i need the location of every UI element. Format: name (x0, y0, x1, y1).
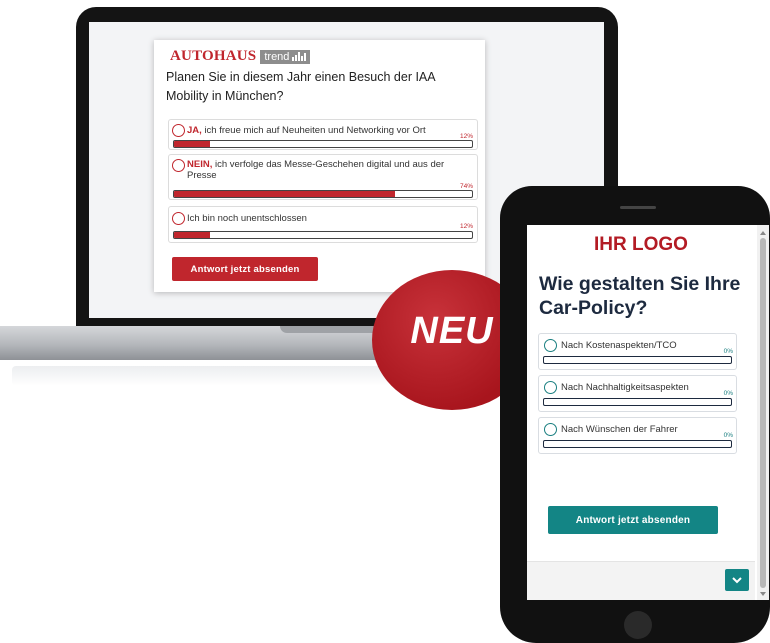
scrollbar[interactable] (757, 225, 769, 600)
option-progress-bar (173, 190, 473, 198)
expand-button[interactable] (725, 569, 749, 591)
option-progress-fill (174, 232, 210, 238)
poll-question: Wie gestalten Sie Ihre Car-Policy? (539, 273, 741, 319)
option-progress-fill (174, 141, 210, 147)
option-label: Nach Wünschen der Fahrer (561, 424, 678, 435)
brand-tag: trend (260, 49, 311, 64)
option-prefix: JA, (187, 125, 202, 136)
poll-option-nachhaltigkeit[interactable]: Nach Nachhaltigkeitsaspekten 0% (538, 375, 737, 412)
option-text: JA, ich freue mich auf Neuheiten und Net… (187, 125, 426, 136)
option-label: ich verfolge das Messe-Geschehen digital… (187, 159, 445, 181)
radio-button[interactable] (544, 381, 557, 394)
speaker-icon (620, 206, 656, 209)
option-progress-bar (543, 440, 732, 448)
option-percent: 74% (459, 183, 473, 190)
chevron-down-icon (732, 576, 742, 584)
option-percent: 12% (459, 223, 473, 230)
radio-button[interactable] (544, 423, 557, 436)
option-label: Nach Nachhaltigkeitsaspekten (561, 382, 689, 393)
option-percent: 0% (723, 432, 733, 439)
phone-frame: IHR LOGO Wie gestalten Sie Ihre Car-Poli… (500, 186, 770, 643)
laptop-poll-card: AUTOHAUS trend Planen Sie in diesem Jahr… (154, 40, 485, 292)
radio-button[interactable] (544, 339, 557, 352)
poll-option-ja[interactable]: JA, ich freue mich auf Neuheiten und Net… (168, 119, 478, 150)
option-percent: 0% (723, 390, 733, 397)
radio-button[interactable] (172, 159, 185, 172)
radio-button[interactable] (172, 212, 185, 225)
footer-bar (527, 561, 755, 600)
brand-logo: AUTOHAUS trend (170, 48, 311, 65)
scroll-down-arrow-icon[interactable] (760, 592, 766, 596)
option-label: ich freue mich auf Neuheiten und Network… (201, 125, 426, 136)
option-label: Ich bin noch unentschlossen (187, 213, 307, 224)
poll-option-nein[interactable]: NEIN, ich verfolge das Messe-Geschehen d… (168, 154, 478, 200)
poll-option-unentschlossen[interactable]: Ich bin noch unentschlossen 12% (168, 206, 478, 243)
poll-question: Planen Sie in diesem Jahr einen Besuch d… (166, 70, 435, 103)
option-progress-bar (173, 140, 473, 148)
submit-answer-button[interactable]: Antwort jetzt absenden (548, 506, 718, 534)
option-prefix: NEIN, (187, 159, 213, 170)
option-progress-bar (543, 398, 732, 406)
scrollbar-thumb[interactable] (760, 238, 766, 588)
brand-name: AUTOHAUS (170, 48, 257, 64)
submit-answer-button[interactable]: Antwort jetzt absenden (172, 257, 318, 281)
radio-button[interactable] (172, 124, 185, 137)
option-progress-fill (174, 191, 395, 197)
poll-option-fahrer[interactable]: Nach Wünschen der Fahrer 0% (538, 417, 737, 454)
option-label: Nach Kostenaspekten/TCO (561, 340, 677, 351)
poll-option-kosten[interactable]: Nach Kostenaspekten/TCO 0% (538, 333, 737, 370)
scroll-up-arrow-icon[interactable] (760, 231, 766, 235)
home-button[interactable] (624, 611, 652, 639)
option-progress-bar (543, 356, 732, 364)
phone-screen: IHR LOGO Wie gestalten Sie Ihre Car-Poli… (527, 225, 769, 600)
option-percent: 12% (459, 133, 473, 140)
logo-placeholder: IHR LOGO (594, 234, 688, 255)
brand-tag-label: trend (264, 50, 290, 63)
option-text: Ich bin noch unentschlossen (187, 213, 307, 224)
option-progress-bar (173, 231, 473, 239)
option-text: NEIN, ich verfolge das Messe-Geschehen d… (187, 159, 467, 181)
bar-chart-icon (292, 52, 307, 61)
option-percent: 0% (723, 348, 733, 355)
